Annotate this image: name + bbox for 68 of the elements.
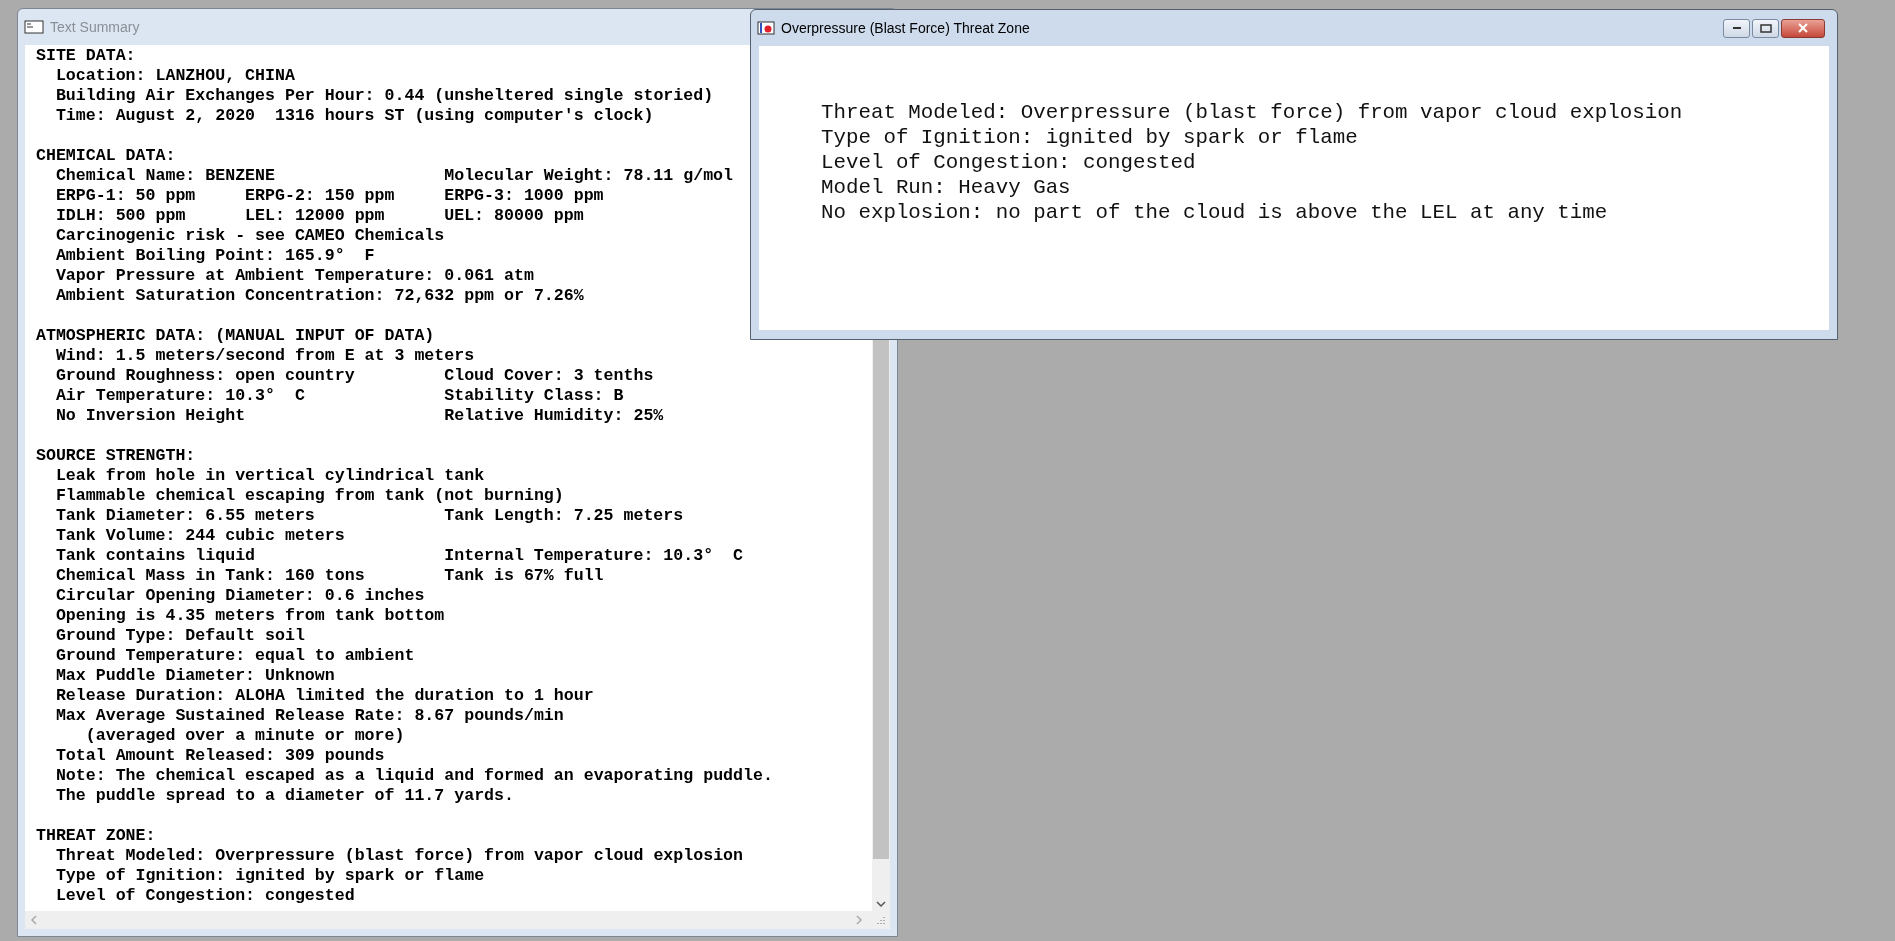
restore-icon [1759,23,1772,33]
summary-line: ERPG-3: 1000 ppm [444,186,604,206]
summary-line: Threat Modeled: Overpressure (blast force) from vapor cloud explosion [55,846,743,866]
threat-line: Model Run: Heavy Gas [821,175,1071,200]
summary-line: Ambient Saturation Concentration: 72,632 ppm or 7.26% [55,286,584,306]
summary-line: Wind: 1.5 meters/second from E at 3 meters [55,346,475,366]
window-title: Text Summary [50,17,140,37]
summary-line: Relative Humidity: 25% [444,406,664,426]
summary-line: LEL: 12000 ppm [245,206,386,226]
summary-line: Ground Roughness: open country [55,366,356,386]
summary-line: Total Amount Released: 309 pounds [55,746,385,766]
summary-line: Tank Volume: 244 cubic meters [55,526,345,546]
summary-line: UEL: 80000 ppm [444,206,584,226]
close-button[interactable] [1781,18,1825,38]
threat-line: Threat Modeled: Overpressure (blast force) from vapor cloud explosion [821,100,1683,125]
summary-line: Cloud Cover: 3 tenths [444,366,654,386]
scroll-left-icon[interactable] [29,914,39,926]
summary-line: The puddle spread to a diameter of 11.7 yards. [55,786,514,806]
section-heading: ATMOSPHERIC DATA: (MANUAL INPUT OF DATA) [36,326,435,346]
summary-line: Chemical Name: BENZENE [55,166,276,186]
summary-line: Ambient Boiling Point: 165.9° F [55,246,375,266]
summary-line: No Inversion Height [55,406,247,426]
resize-grip-icon[interactable] [876,915,886,925]
summary-line: Tank contains liquid [55,546,257,566]
minimize-button[interactable] [1723,18,1750,38]
summary-line: Level of Congestion: congested [55,886,355,906]
window-title: Overpressure (Blast Force) Threat Zone [781,18,1030,38]
maximize-button[interactable] [1752,18,1779,38]
text-document-icon [24,20,44,34]
summary-line: Circular Opening Diameter: 0.6 inches [55,586,425,606]
horizontal-scrollbar[interactable] [25,911,890,929]
summary-line: ERPG-2: 150 ppm [245,186,396,206]
summary-line: Time: August 2, 2020 1316 hours ST (using computer's clock) [55,106,654,126]
summary-line: Flammable chemical escaping from tank (not burning) [55,486,564,506]
summary-line: Ground Type: Default soil [55,626,305,646]
summary-line: (averaged over a minute or more) [85,726,405,746]
minimize-icon [1731,26,1742,30]
summary-line: Location: LANZHOU, CHINA [55,66,295,86]
summary-line: Building Air Exchanges Per Hour: 0.44 (unsheltered single storied) [55,86,714,106]
summary-line: Note: The chemical escaped as a liquid and formed an evaporating puddle. [55,766,773,786]
summary-line: Release Duration: ALOHA limited the duration to 1 hour [55,686,594,706]
summary-line: Vapor Pressure at Ambient Temperature: 0.061 atm [55,266,534,286]
summary-line: Max Average Sustained Release Rate: 8.67 pounds/min [55,706,564,726]
summary-line: Leak from hole in vertical cylindrical tank [55,466,485,486]
section-heading: CHEMICAL DATA: [36,146,176,166]
summary-line: ERPG-1: 50 ppm [55,186,197,206]
close-icon [1798,23,1808,33]
section-heading: SOURCE STRENGTH: [36,446,196,466]
threat-line: Level of Congestion: congested [821,150,1196,175]
section-heading: SITE DATA: [36,46,136,66]
summary-line: Type of Ignition: ignited by spark or flame [55,866,485,886]
scroll-right-icon[interactable] [854,914,864,926]
summary-line: Stability Class: B [444,386,624,406]
summary-line: Opening is 4.35 meters from tank bottom [55,606,445,626]
summary-line: Tank Length: 7.25 meters [444,506,684,526]
summary-line: Molecular Weight: 78.11 g/mol [444,166,734,186]
summary-line: Tank is 67% full [444,566,604,586]
summary-line: Air Temperature: 10.3° C [55,386,306,406]
summary-line: Ground Temperature: equal to ambient [55,646,415,666]
summary-line: Chemical Mass in Tank: 160 tons [55,566,366,586]
threat-line: Type of Ignition: ignited by spark or flame [821,125,1358,150]
summary-line: Max Puddle Diameter: Unknown [55,666,335,686]
summary-line: Tank Diameter: 6.55 meters [55,506,316,526]
summary-line: Carcinogenic risk - see CAMEO Chemicals [55,226,445,246]
summary-line: Internal Temperature: 10.3° C [444,546,743,566]
summary-line: IDLH: 500 ppm [55,206,187,226]
threat-line: No explosion: no part of the cloud is above the LEL at any time [821,200,1608,225]
section-heading: THREAT ZONE: [36,826,156,846]
